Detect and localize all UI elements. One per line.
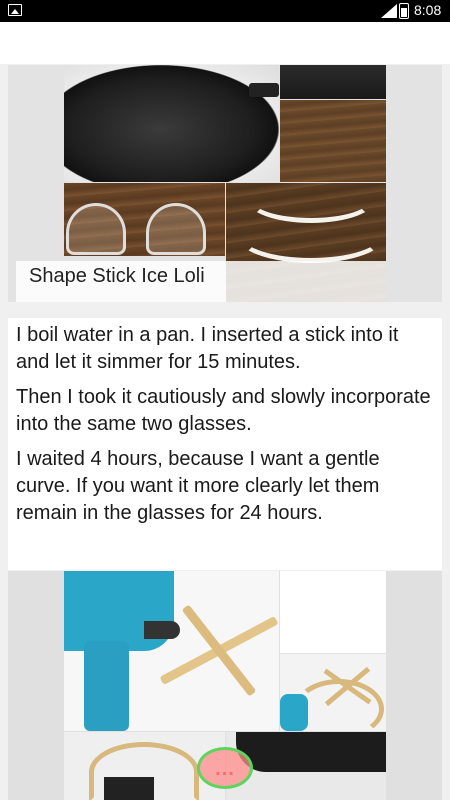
status-bar: 8:08 — [0, 0, 450, 22]
content-scroll[interactable]: Shape Stick Ice Loli I boil water in a p… — [0, 64, 450, 800]
instruction-paragraph: I boil water in a pan. I inserted a stic… — [16, 324, 399, 373]
more-options-button[interactable]: ... — [197, 747, 253, 789]
instruction-paragraph: Then I took it cautiously and slowly inc… — [16, 386, 431, 435]
step-title: Shape Stick Ice Loli — [16, 261, 386, 302]
image-notification-icon — [8, 4, 22, 16]
app-bar — [0, 22, 450, 64]
blank-photo — [280, 571, 386, 653]
glue-gun-photo — [64, 571, 279, 731]
glasses-photo — [64, 183, 225, 256]
pan-closeup-photo — [280, 65, 386, 99]
signal-icon — [381, 4, 397, 18]
battery-icon — [399, 3, 409, 19]
status-time: 8:08 — [414, 2, 442, 18]
curved-sticks-photo — [280, 100, 386, 182]
instruction-paragraph: I waited 4 hours, because I want a gentl… — [16, 448, 380, 524]
pan-photo — [64, 65, 279, 182]
step1-photo-collage[interactable]: Shape Stick Ice Loli — [8, 65, 442, 302]
glued-frame-photo — [280, 654, 386, 731]
instructions-card: I boil water in a pan. I inserted a stic… — [8, 318, 442, 570]
more-options-label: ... — [215, 758, 235, 780]
